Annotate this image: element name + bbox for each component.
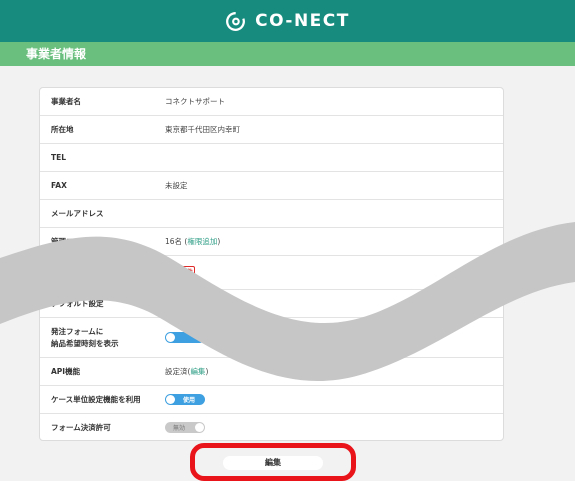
case-unit-toggle[interactable]: 使用 [165,394,205,405]
row-case-unit: ケース単位設定機能を利用 使用 [40,386,503,414]
row-email: メールアドレス [40,200,503,228]
add-permission-link[interactable]: 権限追加 [187,237,217,246]
edit-button[interactable]: 編集 [223,456,323,470]
row-default-setting: デフォルト設定 [40,290,503,318]
order-form-label: 発注フォームに納品希望時刻を表示 [51,326,119,350]
toggle-knob [166,333,175,342]
brand-name: CO-NECT [255,11,350,31]
address-label: 所在地 [51,124,74,134]
company-info-panel: 事業者名 コネクトサポート 所在地 東京都千代田区内幸町 TEL FAX 未設定… [39,87,504,441]
case-unit-label: ケース単位設定機能を利用 [51,394,141,404]
logo-icon [226,11,246,31]
company-name-label: 事業者名 [51,96,81,106]
row-order-form: 発注フォームに納品希望時刻を表示 [40,318,503,358]
api-edit-link[interactable]: 編集 [190,367,205,376]
users-value: 16名 (権限追加) [165,236,220,247]
toggle-knob [166,395,175,404]
row-company-name: 事業者名 コネクトサポート [40,88,503,116]
case-unit-toggle-text: 使用 [183,397,196,404]
edit-button-highlight: 編集 [190,443,356,481]
row-address: 所在地 東京都千代田区内幸町 [40,116,503,144]
row-api: API機能 設定済(編集) [40,358,503,386]
api-status: 設定済( [165,367,191,376]
users-suffix: ) [217,237,221,246]
form-payment-toggle-text: 無効 [173,425,186,432]
form-payment-label: フォーム決済許可 [51,422,111,432]
form-payment-toggle[interactable]: 無効 [165,422,205,433]
row-form-payment: フォーム決済許可 無効 [40,414,503,441]
address-value: 東京都千代田区内幸町 [165,125,240,134]
fax-value: 未設定 [165,181,188,190]
tel-label: TEL [51,152,67,162]
fax-label: FAX [51,180,67,190]
row-tel: TEL [40,144,503,172]
users-label: 管理ユーザ数 [51,236,96,246]
row-badge: 一括 件 [40,256,503,290]
row-users: 管理ユーザ数 16名 (権限追加) [40,228,503,256]
users-count: 16名 ( [165,237,188,246]
status-badge: 一括 件 [171,265,195,280]
api-suffix: ) [205,367,209,376]
order-form-label-line2: 納品希望時刻を表示 [51,338,119,348]
company-name-value: コネクトサポート [165,97,225,106]
brand-logo[interactable]: CO-NECT [225,11,350,32]
row-fax: FAX 未設定 [40,172,503,200]
toggle-knob [195,423,204,432]
app-header: CO-NECT [0,0,575,42]
default-setting-label: デフォルト設定 [51,298,104,308]
section-title: 事業者情報 [0,42,575,66]
email-label: メールアドレス [51,208,104,218]
api-label: API機能 [51,366,81,376]
order-form-toggle[interactable] [165,332,205,343]
order-form-label-line1: 発注フォームに [51,326,104,336]
api-value: 設定済(編集) [165,366,208,377]
